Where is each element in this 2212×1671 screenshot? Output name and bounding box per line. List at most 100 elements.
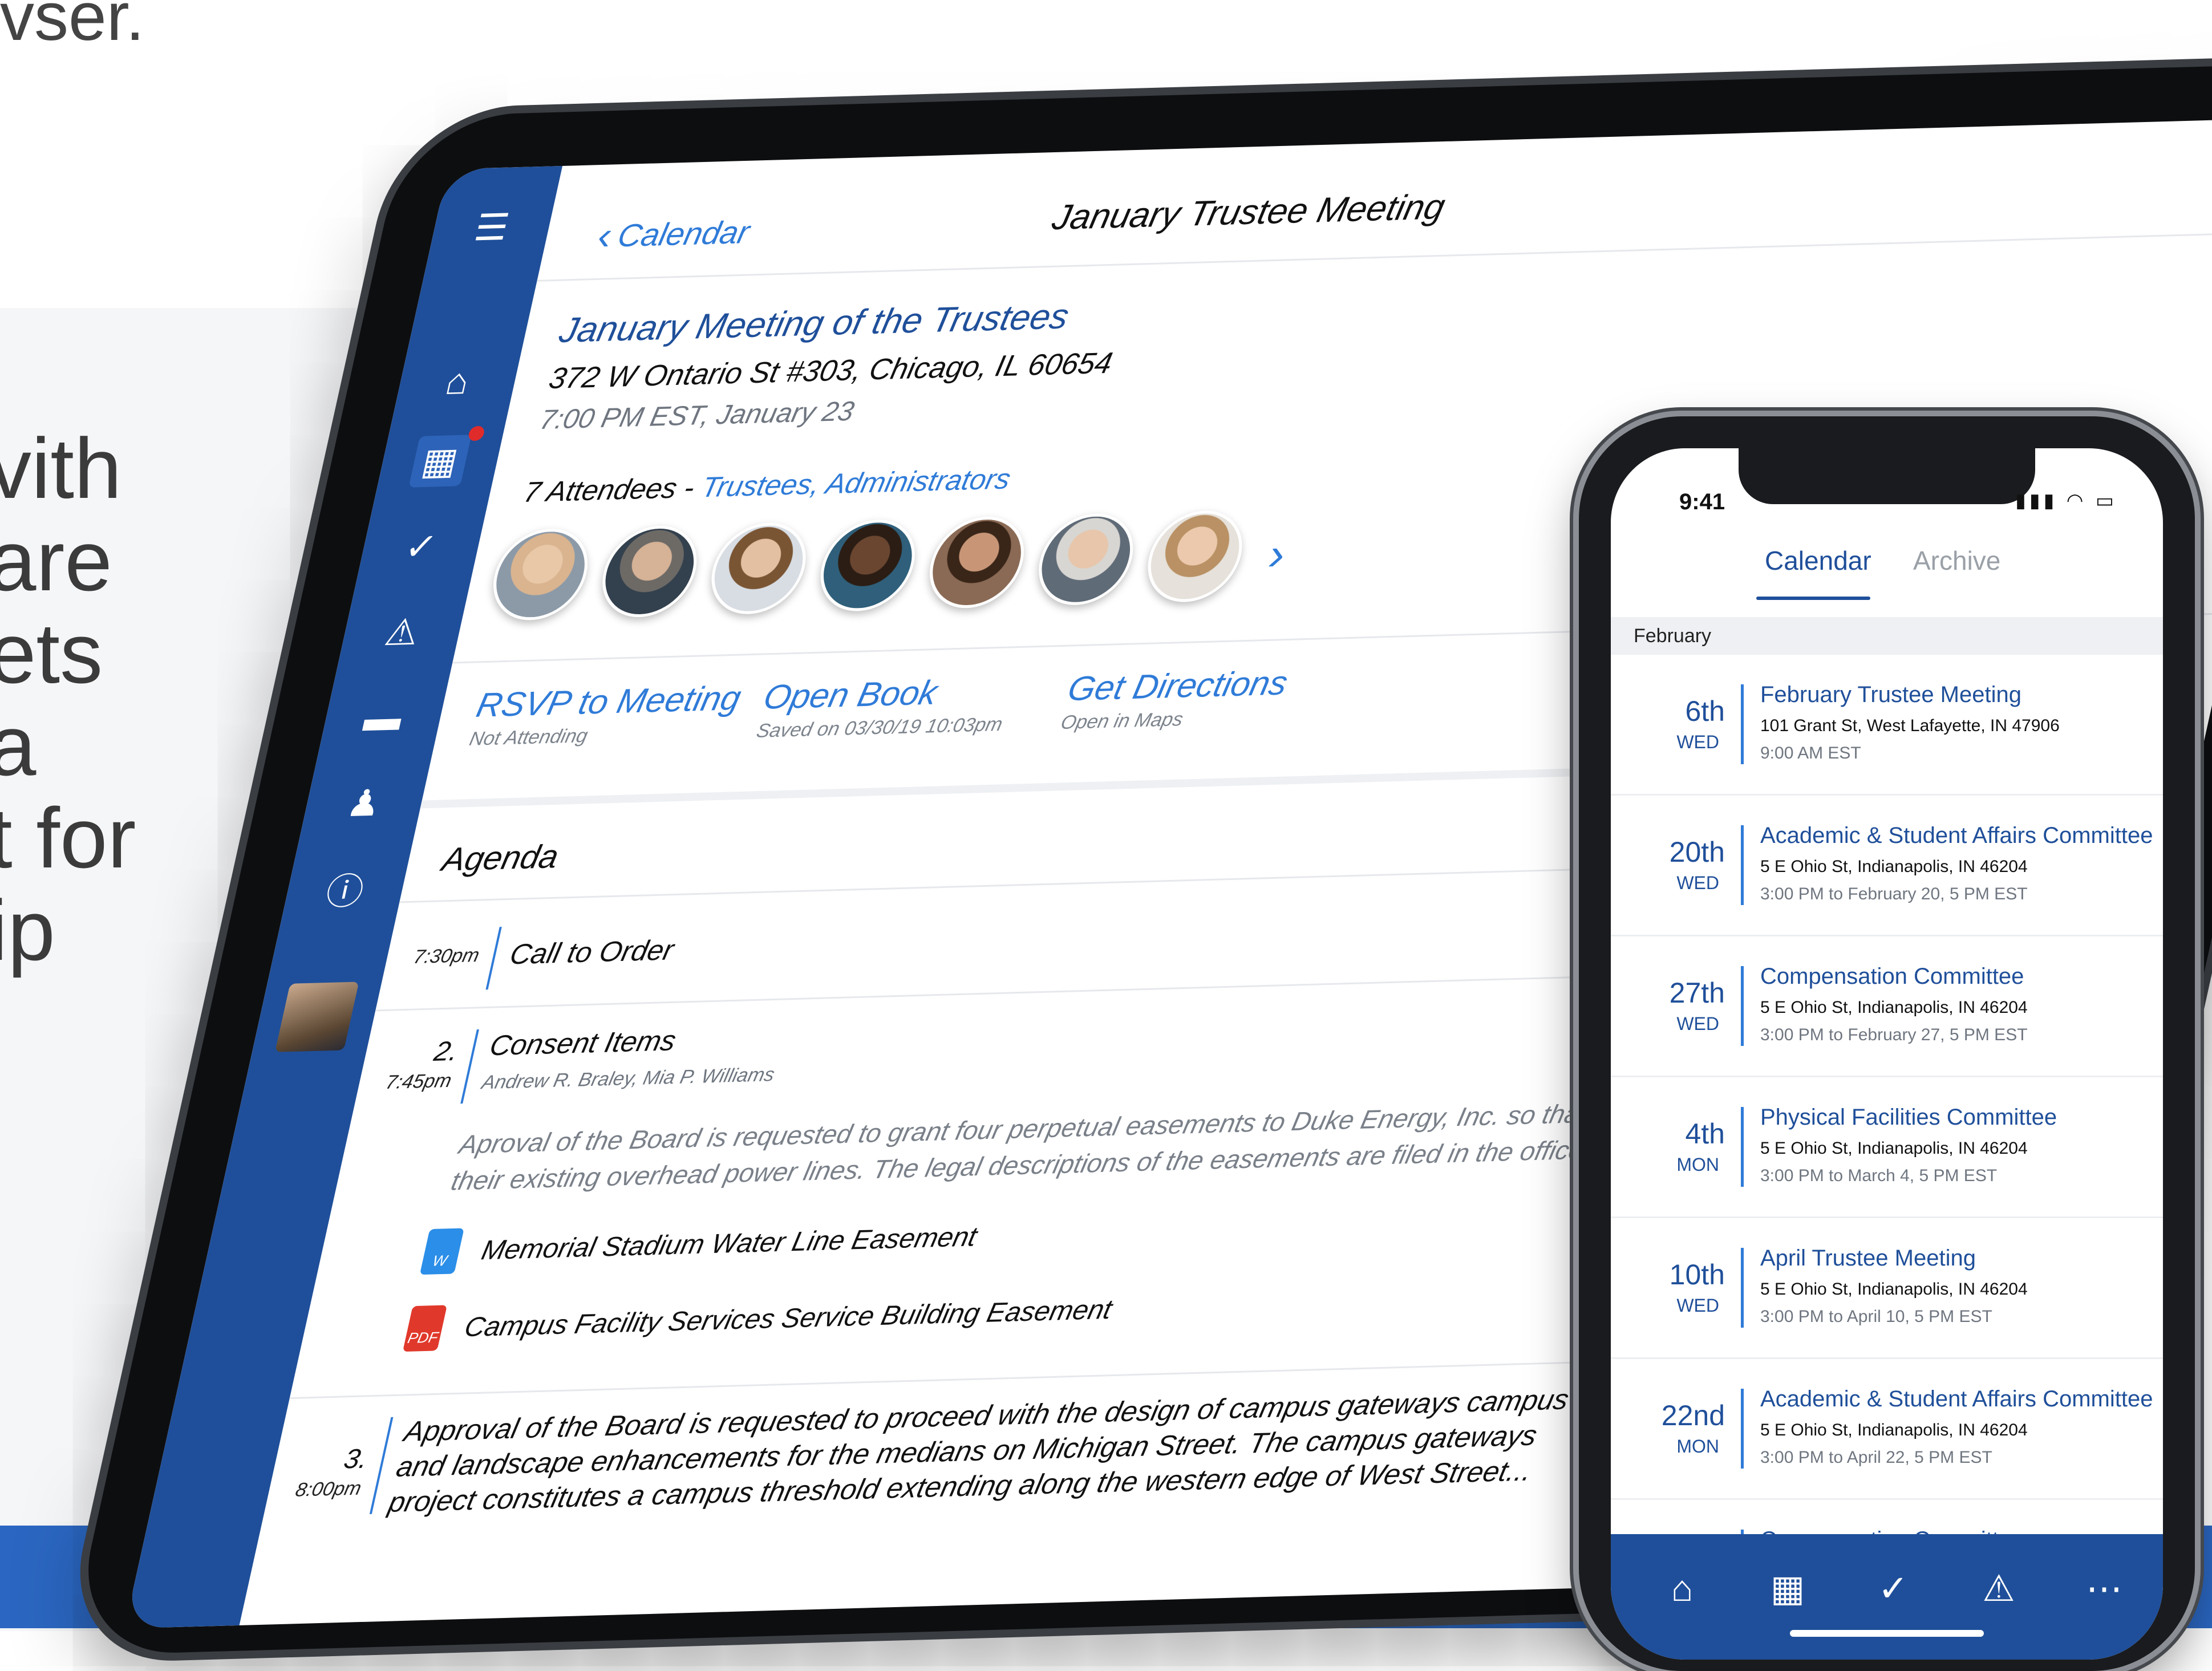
agenda-heading: Agenda [439,838,562,878]
event-row[interactable]: 4th MON Physical Facilities Committee 5 … [1611,1077,2163,1218]
agenda-item-time: 7:30pm [411,944,481,968]
calendar-icon[interactable]: ▦ [408,435,472,488]
attachment-word[interactable]: W Memorial Stadium Water Line Easement [419,1214,982,1275]
agenda-item-number: 3. [341,1443,371,1475]
avatar[interactable] [593,524,706,619]
status-time: 9:41 [1679,489,1725,514]
event-address: 5 E Ohio St, Indianapolis, IN 46204 [1760,998,2028,1017]
avatar[interactable] [812,518,924,613]
alert-icon[interactable]: ⚠ [371,606,434,658]
event-day: 27th [1669,977,1725,1009]
back-button[interactable]: ‹ Calendar [593,209,754,258]
event-bar [1741,1248,1744,1328]
home-icon[interactable]: ⌂ [1651,1560,1713,1617]
calendar-icon[interactable]: ▦ [1756,1560,1819,1617]
home-icon[interactable]: ⌂ [426,355,489,407]
event-day: 6th [1685,695,1725,727]
event-weekday: WED [1676,873,1719,893]
more-icon[interactable]: ⋯ [2073,1560,2136,1617]
attachment-pdf[interactable]: PDF Campus Facility Services Service Bui… [402,1287,1117,1352]
event-weekday: MON [1676,1436,1719,1457]
signal-wifi-battery-icon: ▮▮▮ ◠ ▭ [2015,490,2117,512]
check-icon[interactable]: ✓ [390,520,453,573]
event-time: 3:00 PM to March 4, 5 PM EST [1760,1166,1998,1185]
event-address: 5 E Ohio St, Indianapolis, IN 46204 [1760,857,2028,876]
attachment-name: Memorial Stadium Water Line Easement [479,1221,980,1266]
event-bar [1741,1107,1744,1187]
tab-active-indicator [1756,597,1870,600]
event-day: 4th [1685,1118,1725,1150]
agenda-item-time: 8:00pm [293,1477,364,1501]
action-sublabel: Open in Maps [1059,708,1185,734]
agenda-item-title[interactable]: Call to Order [507,933,677,971]
menu-icon[interactable]: ☰ [460,201,524,253]
event-time: 3:00 PM to April 22, 5 PM EST [1760,1448,1992,1467]
event-weekday: WED [1676,1013,1719,1034]
agenda-item-bar [460,1029,479,1104]
event-row[interactable]: 6th WED February Trustee Meeting 101 Gra… [1611,655,2163,796]
rsvp-button[interactable]: RSVP to Meeting Not Attending [467,678,744,751]
event-row[interactable]: 22nd MON Academic & Student Affairs Comm… [1611,1359,2163,1500]
event-address: 5 E Ohio St, Indianapolis, IN 46204 [1760,1421,2028,1439]
word-file-icon: W [419,1228,464,1275]
alert-icon[interactable]: ⚠ [1967,1560,2030,1617]
avatar[interactable] [702,521,815,615]
open-book-button[interactable]: Open Book Saved on 03/30/19 10:03pm [755,671,1014,743]
folder-icon[interactable]: ▬ [352,691,415,744]
phone-screen: 9:41 ▮▮▮ ◠ ▭ Calendar Archive February 6… [1611,448,2163,1660]
event-row[interactable]: 27th WED Compensation Committee 5 E Ohio… [1611,936,2163,1077]
event-row[interactable]: 10th WED April Trustee Meeting 5 E Ohio … [1611,1218,2163,1359]
page-title: January Trustee Meeting [1048,187,1449,238]
attendee-groups-link[interactable]: Trustees, Administrators [699,463,1014,503]
directions-button[interactable]: Get Directions Open in Maps [1059,663,1291,735]
avatar[interactable] [484,528,597,622]
agenda-item-bar [485,927,502,990]
notification-dot [467,425,486,441]
event-row[interactable]: 20th WED Academic & Student Affairs Comm… [1611,796,2163,936]
phone-notch [1739,448,2035,504]
action-sublabel: Saved on 03/30/19 10:03pm [754,713,1005,742]
event-title: Academic & Student Affairs Committee [1760,1386,2153,1412]
tab-calendar[interactable]: Calendar [1765,545,1871,576]
pdf-file-icon: PDF [402,1305,447,1352]
attendee-avatars: › [484,508,1295,622]
meeting-address: 372 W Ontario St #303, Chicago, IL 60654 [546,346,1116,396]
meeting-time: 7:00 PM EST, January 23 [537,396,857,436]
action-sublabel: Not Attending [467,725,590,750]
info-icon[interactable]: ⓘ [314,862,377,915]
attendees-summary: 7 Attendees - Trustees, Administrators [521,462,1014,509]
agenda-item-text[interactable]: Approval of the Board is requested to pr… [386,1380,1615,1520]
chevron-left-icon: ‹ [593,213,617,258]
home-indicator[interactable] [1790,1630,1984,1637]
event-address: 5 E Ohio St, Indianapolis, IN 46204 [1760,1139,2028,1158]
agenda-item-number: 2. [431,1036,461,1067]
back-label: Calendar [614,213,753,253]
check-icon[interactable]: ✓ [1862,1560,1925,1617]
avatar[interactable] [1030,512,1143,606]
event-title: Academic & Student Affairs Committee [1760,823,2153,848]
chevron-right-icon[interactable]: › [1264,528,1291,581]
event-time: 9:00 AM EST [1760,744,1861,763]
event-weekday: MON [1676,1154,1719,1175]
event-day: 20th [1669,836,1725,868]
action-label: Open Book [760,673,941,716]
phone-device: 9:41 ▮▮▮ ◠ ▭ Calendar Archive February 6… [1579,416,2195,1671]
background-top-text: vser. [0,0,145,55]
agenda-item-time: 7:45pm [383,1069,454,1093]
user-avatar[interactable] [275,981,359,1052]
tab-archive[interactable]: Archive [1913,545,2000,576]
event-address: 101 Grant St, West Lafayette, IN 47906 [1760,716,2060,735]
event-title: April Trustee Meeting [1760,1246,1976,1271]
event-time: 3:00 PM to February 27, 5 PM EST [1760,1025,2028,1044]
person-icon[interactable]: ♟ [333,777,396,829]
event-bar [1741,966,1744,1046]
agenda-item-title[interactable]: Consent Items [487,1024,679,1062]
attendee-count: 7 Attendees - [521,471,706,509]
meeting-title: January Meeting of the Trustees [556,297,1073,351]
event-list: 6th WED February Trustee Meeting 101 Gra… [1611,655,2163,1641]
event-title: Physical Facilities Committee [1760,1105,2057,1130]
avatar[interactable] [921,515,1033,610]
agenda-item-description: Aproval of the Board is requested to gra… [448,1096,1677,1196]
month-header: February [1611,617,2163,655]
avatar[interactable] [1139,509,1251,603]
